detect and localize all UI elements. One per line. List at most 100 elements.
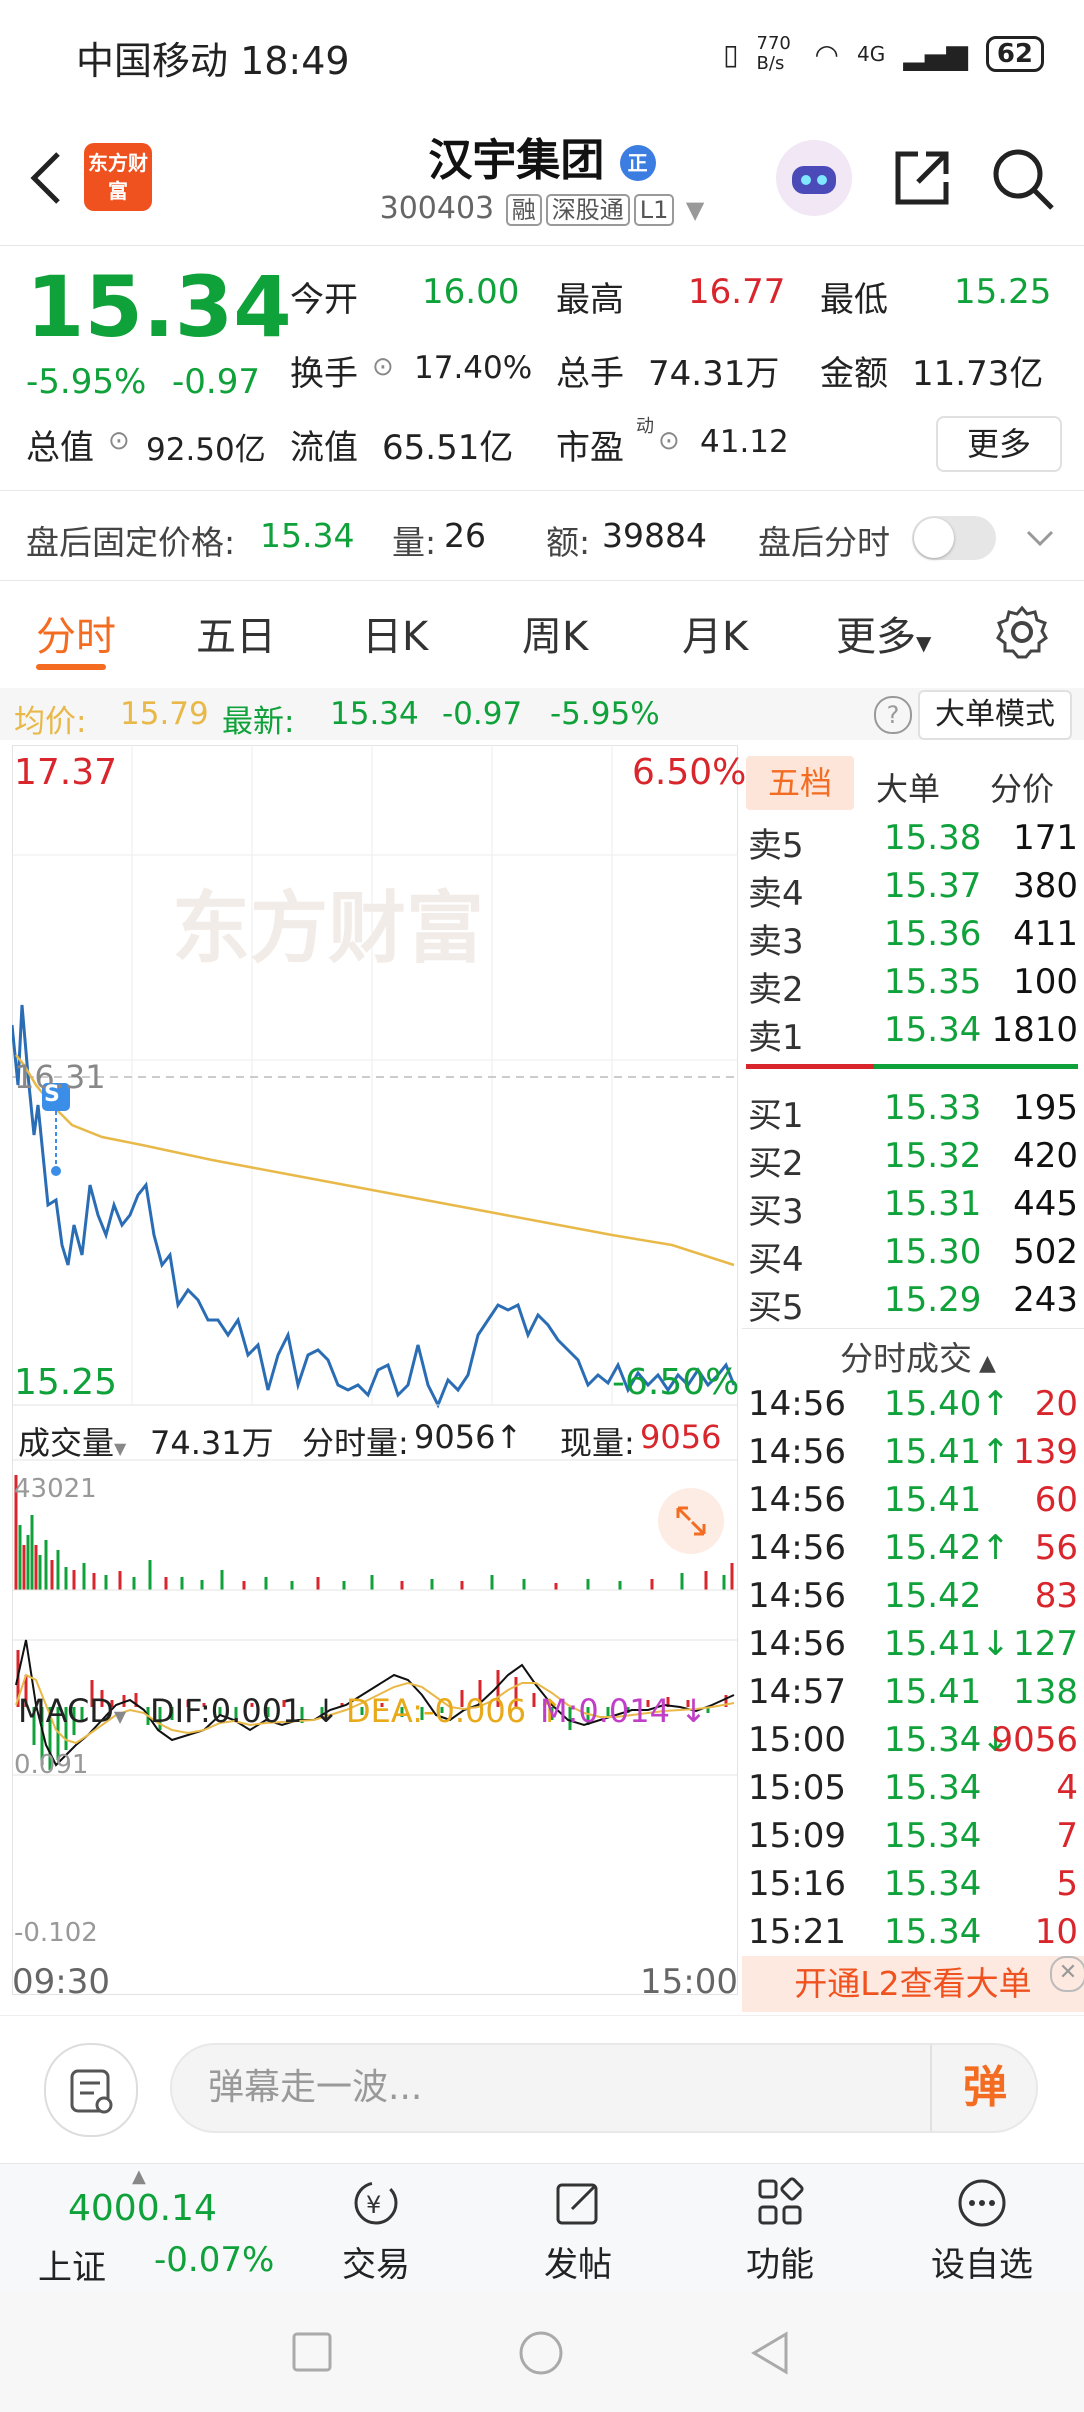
volume-selector[interactable]: 成交量▼	[18, 1418, 126, 1464]
macd-m: M:0.014 ↓	[540, 1692, 707, 1730]
pe-label: 市盈	[556, 428, 624, 468]
open-label: 今开	[290, 280, 358, 320]
gear-icon[interactable]	[994, 604, 1050, 664]
change-pct: -5.95%	[26, 362, 147, 402]
after-hours-price: 15.34	[260, 516, 355, 555]
tab-timeshare[interactable]: 分时	[36, 604, 116, 662]
pe-value: 41.12	[700, 424, 789, 460]
divider	[0, 580, 1084, 581]
danmu-send-button[interactable]: 弹	[930, 2045, 1038, 2131]
divider	[742, 1328, 1084, 1329]
tab-five-day[interactable]: 五日	[196, 604, 276, 662]
index-value[interactable]: 4000.14	[68, 2188, 217, 2229]
help-icon[interactable]: ?	[874, 696, 912, 734]
volume-total: 74.31万	[150, 1424, 274, 1462]
after-hours-timeshare-label: 盘后分时	[758, 523, 890, 562]
stock-name-text: 汉宇集团	[428, 135, 605, 186]
tick-row: 14:56 15.42 83	[748, 1576, 1078, 1616]
current-volume-label: 现量:	[560, 1424, 635, 1462]
chart-bottom-price: 15.25	[14, 1362, 118, 1403]
tag-connect: 深股通	[545, 194, 630, 226]
tab-price-dist[interactable]: 分价	[990, 764, 1054, 810]
svg-text:¥: ¥	[366, 2191, 381, 2219]
share-icon[interactable]	[890, 146, 954, 210]
change-value: -0.97	[172, 362, 260, 402]
order-book-row: 买3 15.31 445	[748, 1184, 1078, 1232]
nav-trade[interactable]: ¥ 交易	[316, 2175, 436, 2286]
tick-row: 14:56 15.42↑ 56	[748, 1528, 1078, 1568]
after-hours-volume-label: 量:	[392, 523, 437, 562]
tick-volume-label: 分时量:	[302, 1424, 409, 1462]
recent-apps-icon[interactable]	[290, 2330, 334, 2378]
stock-code: 300403	[379, 191, 495, 226]
chart-top-pct: 6.50%	[632, 752, 747, 793]
macd-selector[interactable]: MACD▼	[18, 1692, 126, 1730]
order-book-row: 买2 15.32 420	[748, 1136, 1078, 1184]
nav-post-label: 发帖	[544, 2245, 612, 2285]
order-book-row: 卖5 15.38 171	[748, 818, 1078, 866]
close-icon[interactable]: ✕	[1050, 1956, 1084, 1992]
volume-label: 总手	[556, 354, 624, 394]
robot-assistant-icon[interactable]	[776, 140, 852, 216]
more-button[interactable]: 更多	[936, 416, 1062, 472]
tab-daily-k[interactable]: 日K	[362, 604, 428, 662]
tick-row: 14:57 15.41 138	[748, 1672, 1078, 1712]
order-book-row: 卖2 15.35 100	[748, 962, 1078, 1010]
nav-add-watchlist[interactable]: 设自选	[922, 2175, 1042, 2286]
current-price: 15.34	[26, 258, 292, 356]
order-book-row: 买4 15.30 502	[748, 1232, 1078, 1280]
info-icon[interactable]: ⊙	[658, 426, 680, 456]
big-order-mode-button[interactable]: 大单模式	[918, 690, 1072, 740]
s-marker[interactable]: S	[44, 1082, 60, 1107]
info-icon[interactable]: ⊙	[372, 352, 394, 382]
volume-label: 成交量	[18, 1424, 115, 1462]
tick-row: 15:21 15.34 10	[748, 1912, 1078, 1952]
tab-weekly-k[interactable]: 周K	[522, 604, 588, 662]
after-hours-toggle[interactable]	[912, 516, 996, 560]
index-change[interactable]: -0.07%	[154, 2240, 274, 2280]
tab-more[interactable]: 更多▼	[836, 604, 931, 662]
tick-row: 14:56 15.40↑ 20	[748, 1384, 1078, 1424]
tick-row: 14:56 15.41 60	[748, 1480, 1078, 1520]
high-value: 16.77	[688, 272, 786, 312]
low-label: 最低	[820, 280, 888, 320]
expand-icon[interactable]	[658, 1488, 724, 1554]
latest-change-pct: -5.95%	[550, 696, 660, 732]
home-icon[interactable]	[518, 2330, 564, 2380]
chevron-down-icon[interactable]	[1022, 520, 1058, 560]
tab-five-level[interactable]: 五档	[746, 756, 854, 810]
tab-monthly-k[interactable]: 月K	[682, 604, 748, 662]
turnover-label: 换手	[290, 354, 358, 394]
back-nav-icon[interactable]	[748, 2330, 792, 2380]
nav-post[interactable]: 发帖	[518, 2175, 638, 2286]
caret-up-icon: ▲	[132, 2166, 146, 2187]
nav-functions[interactable]: 功能	[720, 2175, 840, 2286]
danmu-input[interactable]: 弹幕走一波...	[170, 2043, 1038, 2133]
index-name[interactable]: 上证	[38, 2240, 106, 2289]
latest-label: 最新:	[222, 704, 295, 740]
nav-functions-label: 功能	[746, 2245, 814, 2285]
l2-upgrade-banner[interactable]: 开通L2查看大单	[742, 1956, 1084, 2012]
caret-up-icon: ▲	[972, 1351, 996, 1376]
total-value: 92.50亿	[146, 432, 266, 468]
open-value: 16.00	[422, 272, 520, 312]
high-label: 最高	[556, 280, 624, 320]
tab-big-order[interactable]: 大单	[876, 764, 940, 810]
float-value: 65.51亿	[382, 428, 514, 468]
caret-down-icon: ▼	[114, 1439, 127, 1458]
edit-icon	[548, 2175, 608, 2231]
tick-row: 15:05 15.34 4	[748, 1768, 1078, 1808]
turnover-value: 17.40%	[414, 350, 533, 386]
pe-sup: 动	[636, 416, 654, 437]
after-hours-price-label: 盘后固定价格:	[26, 523, 236, 562]
info-icon[interactable]: ⊙	[108, 426, 130, 456]
tick-list-title[interactable]: 分时成交 ▲	[840, 1332, 996, 1380]
macd-top: 0.091	[14, 1750, 89, 1780]
dropdown-icon[interactable]: ▼	[686, 196, 704, 224]
search-icon[interactable]	[990, 146, 1056, 212]
danmu-settings-icon[interactable]	[44, 2043, 138, 2137]
latest-value: 15.34	[330, 696, 419, 732]
macd-bottom: -0.102	[14, 1918, 98, 1948]
net-speed: 770 B/s	[756, 33, 791, 74]
network-type: 4G	[856, 42, 886, 66]
